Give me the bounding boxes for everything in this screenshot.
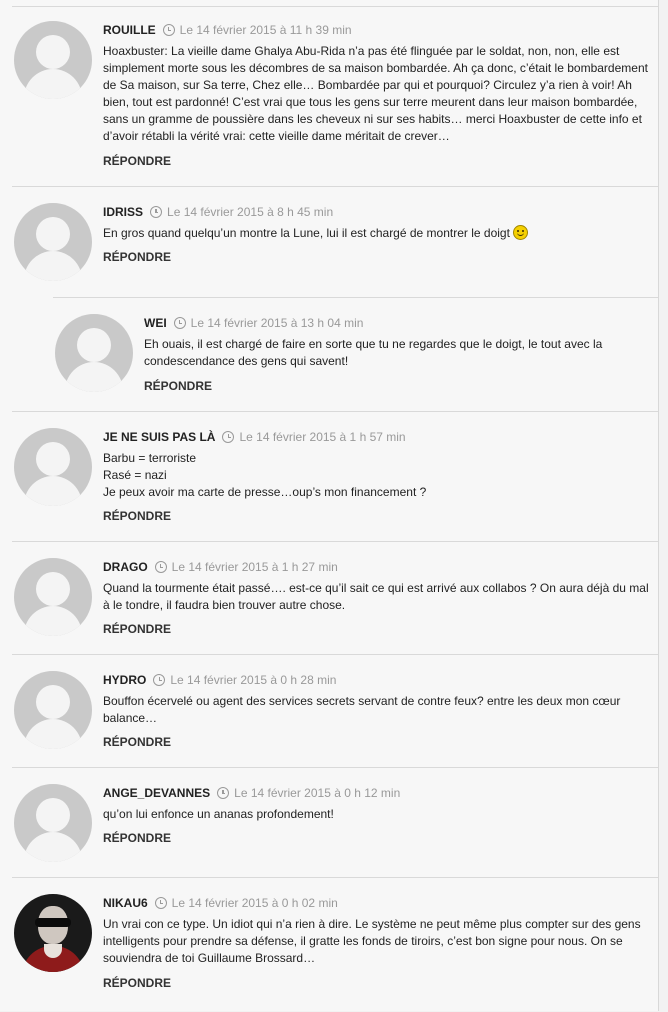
avatar[interactable] [14,671,92,749]
comment: JE NE SUIS PAS LÀ Le 14 février 2015 à 1 … [12,411,658,542]
clock-icon [154,897,167,909]
avatar[interactable] [14,21,92,99]
comment-text: Un vrai con ce type. Un idiot qui n’a ri… [103,916,658,967]
comment: ANGE_DEVANNES Le 14 février 2015 à 0 h 12… [12,767,658,878]
comment-text: qu’on lui enfonce un ananas profondement… [103,806,658,823]
comment-line: Barbu = terroriste [103,451,197,465]
comments-list: ROUILLE Le 14 février 2015 à 11 h 39 min … [0,0,659,1011]
clock-icon [217,787,230,799]
reply-button[interactable]: RÉPONDRE [103,976,171,990]
comment-date[interactable]: Le 14 février 2015 à 1 h 57 min [239,430,405,444]
comment-text: Eh ouais, il est chargé de faire en sort… [144,336,614,370]
comment: NIKAU6 Le 14 février 2015 à 0 h 02 min Un… [12,877,658,1012]
comment-text: Barbu = terroriste Rasé = nazi Je peux a… [103,450,658,501]
smiley-icon [513,225,529,240]
comment-author[interactable]: NIKAU6 [103,896,148,910]
comment-date[interactable]: Le 14 février 2015 à 0 h 02 min [172,896,338,910]
avatar[interactable] [14,784,92,862]
avatar[interactable] [14,203,92,281]
avatar[interactable] [55,314,133,392]
comment-date[interactable]: Le 14 février 2015 à 1 h 27 min [172,560,338,574]
clock-icon [154,561,167,573]
reply-button[interactable]: RÉPONDRE [103,735,171,749]
comment-line: Eh ouais, il est chargé de faire en sort… [144,337,603,368]
comment-date[interactable]: Le 14 février 2015 à 11 h 39 min [180,23,352,37]
comment-line: Un vrai con ce type. Un idiot qui n’a ri… [103,917,641,965]
comment-text: En gros quand quelqu’un montre la Lune, … [103,225,658,242]
reply-button[interactable]: RÉPONDRE [103,250,171,264]
comment-text: Hoaxbuster: La vieille dame Ghalya Abu-R… [103,43,658,145]
comment-line: Quand la tourmente était passé…. est-ce … [103,581,649,612]
comment: IDRISS Le 14 février 2015 à 8 h 45 min En… [12,186,658,297]
clock-icon [150,206,163,218]
comment-line: Rasé = nazi [103,468,167,482]
comment-date[interactable]: Le 14 février 2015 à 0 h 12 min [234,786,400,800]
avatar[interactable] [14,428,92,506]
comment-author[interactable]: HYDRO [103,673,146,687]
comment-author[interactable]: ANGE_DEVANNES [103,786,210,800]
comment-author[interactable]: WEI [144,316,167,330]
comment-reply: WEI Le 14 février 2015 à 13 h 04 min Eh o… [53,297,658,412]
clock-icon [173,317,186,329]
comment-date[interactable]: Le 14 février 2015 à 8 h 45 min [167,205,333,219]
reply-button[interactable]: RÉPONDRE [103,831,171,845]
comment: DRAGO Le 14 février 2015 à 1 h 27 min Qua… [12,541,658,655]
reply-button[interactable]: RÉPONDRE [103,509,171,523]
comment: ROUILLE Le 14 février 2015 à 11 h 39 min … [12,6,658,187]
comment-text: Quand la tourmente était passé…. est-ce … [103,580,658,614]
comment-line: Je peux avoir ma carte de presse…oup’s m… [103,485,427,499]
comment-date[interactable]: Le 14 février 2015 à 13 h 04 min [191,316,364,330]
comment-line: Hoaxbuster: La vieille dame Ghalya Abu-R… [103,44,648,143]
comment-author[interactable]: DRAGO [103,560,148,574]
comment-author[interactable]: ROUILLE [103,23,156,37]
comment-author[interactable]: JE NE SUIS PAS LÀ [103,430,215,444]
comment-line: En gros quand quelqu’un montre la Lune, … [103,225,658,242]
reply-button[interactable]: RÉPONDRE [103,154,171,168]
avatar-photo[interactable] [14,894,92,972]
clock-icon [153,674,166,686]
comment-line: Bouffon écervelé ou agent des services s… [103,694,621,725]
reply-button[interactable]: RÉPONDRE [103,622,171,636]
comment-line: qu’on lui enfonce un ananas profondement… [103,807,334,821]
avatar[interactable] [14,558,92,636]
clock-icon [222,431,235,443]
comment: HYDRO Le 14 février 2015 à 0 h 28 min Bou… [12,654,658,768]
clock-icon [162,24,175,36]
comment-author[interactable]: IDRISS [103,205,143,219]
comment-date[interactable]: Le 14 février 2015 à 0 h 28 min [170,673,336,687]
comment-text: Bouffon écervelé ou agent des services s… [103,693,658,727]
reply-button[interactable]: RÉPONDRE [144,379,212,393]
